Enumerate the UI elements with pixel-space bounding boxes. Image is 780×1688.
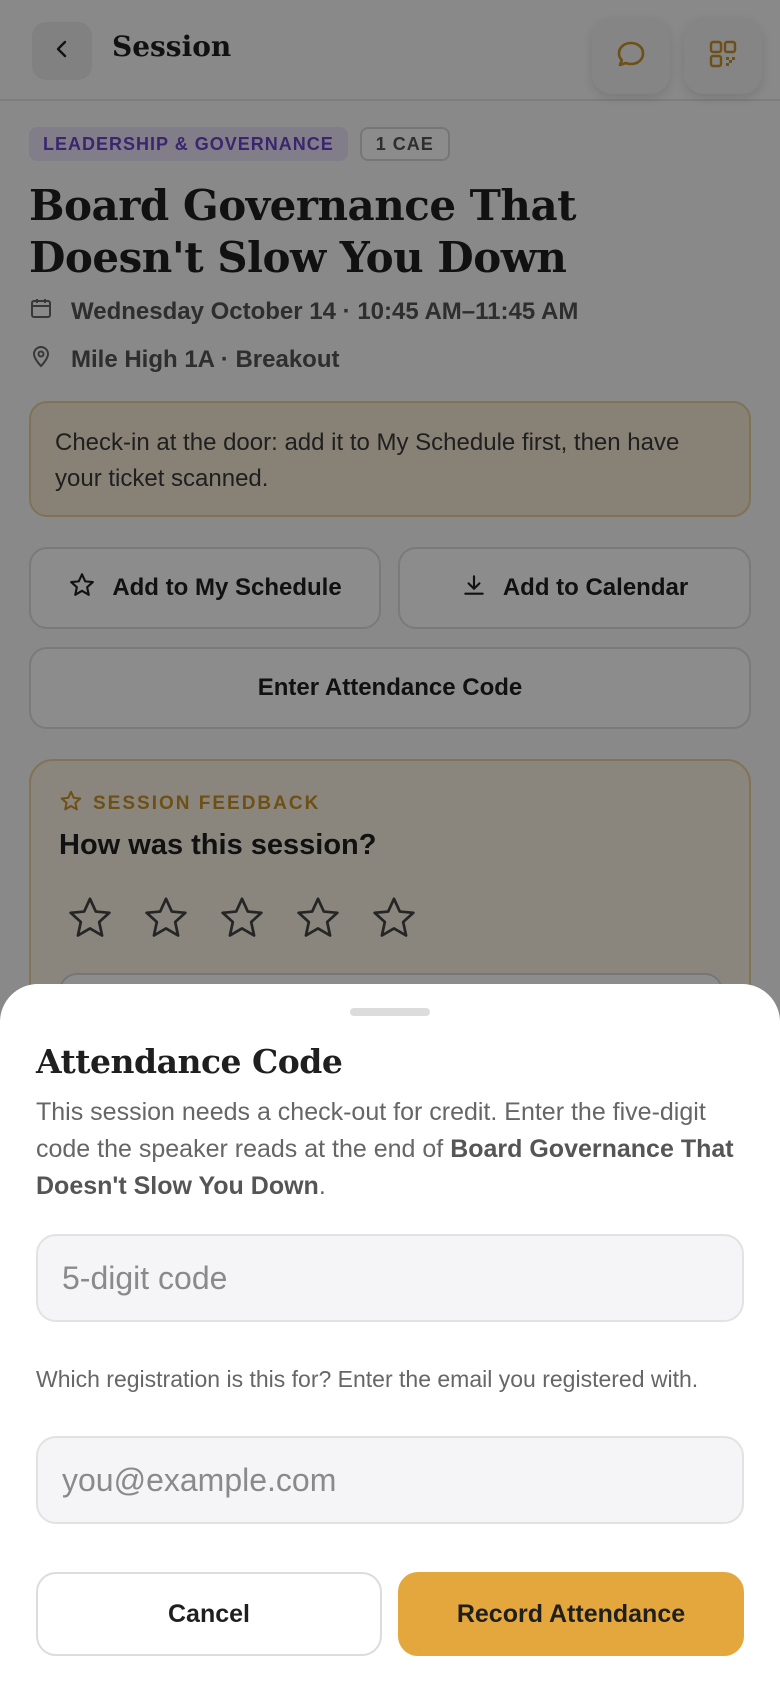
cancel-button[interactable]: Cancel bbox=[36, 1572, 382, 1656]
record-attendance-button[interactable]: Record Attendance bbox=[398, 1572, 744, 1656]
email-prompt: Which registration is this for? Enter th… bbox=[36, 1366, 699, 1392]
attendance-code-input[interactable] bbox=[36, 1234, 744, 1322]
sheet-description: This session needs a check-out for credi… bbox=[36, 1094, 748, 1205]
description-suffix: . bbox=[318, 1172, 326, 1200]
attendance-code-sheet: Attendance Code This session needs a che… bbox=[0, 984, 780, 1688]
sheet-title: Attendance Code bbox=[36, 1042, 343, 1081]
sheet-grabber[interactable] bbox=[350, 1008, 430, 1016]
registration-email-input[interactable] bbox=[36, 1436, 744, 1524]
